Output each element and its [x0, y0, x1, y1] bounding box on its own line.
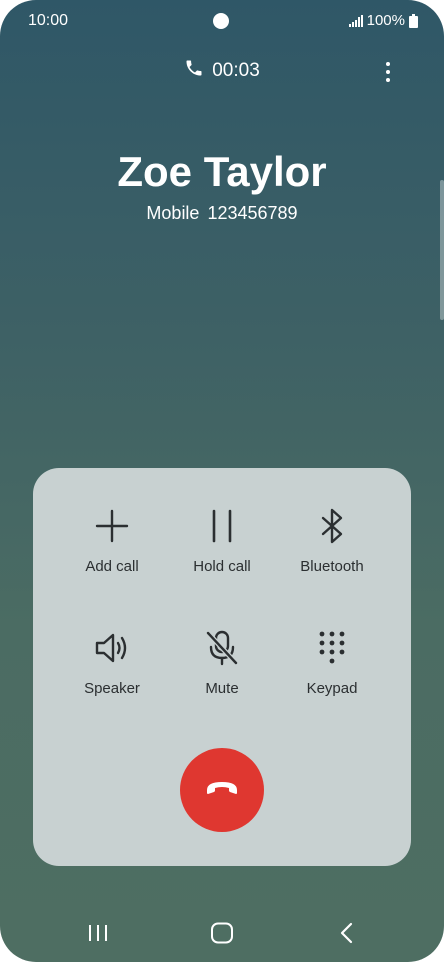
- bluetooth-button[interactable]: Bluetooth: [277, 506, 387, 596]
- hold-call-button[interactable]: Hold call: [167, 506, 277, 596]
- pause-icon: [202, 506, 242, 546]
- battery-icon: [409, 13, 418, 28]
- mute-button[interactable]: Mute: [167, 628, 277, 718]
- status-time: 10:00: [28, 12, 69, 29]
- mute-icon: [202, 628, 242, 668]
- front-camera: [213, 13, 229, 29]
- add-call-label: Add call: [85, 558, 139, 575]
- keypad-icon: [312, 628, 352, 668]
- plus-icon: [92, 506, 132, 546]
- keypad-label: Keypad: [306, 680, 358, 697]
- more-options-icon[interactable]: [376, 58, 400, 86]
- bluetooth-icon: [312, 506, 352, 546]
- back-icon[interactable]: [332, 918, 362, 948]
- end-call-button[interactable]: [180, 748, 264, 832]
- contact-name: Zoe Taylor: [117, 148, 327, 195]
- navigation-bar: [0, 908, 444, 958]
- speaker-button[interactable]: Speaker: [57, 628, 167, 718]
- signal-icon: [348, 14, 363, 27]
- phone-screen: 10:00 100% 00:03 Zoe Taylor Mobile 12345…: [0, 0, 444, 962]
- speaker-label: Speaker: [84, 680, 140, 697]
- add-call-button[interactable]: Add call: [57, 506, 167, 596]
- speaker-icon: [92, 628, 132, 668]
- call-duration: 00:03: [212, 60, 260, 81]
- battery-percentage: 100%: [366, 12, 405, 29]
- call-control-panel: Add call Hold call Bluetooth Speaker Mut…: [33, 468, 411, 866]
- phone-number: 123456789: [207, 203, 298, 223]
- scroll-indicator: [440, 180, 444, 320]
- mute-label: Mute: [205, 680, 239, 697]
- phone-icon: [184, 58, 204, 84]
- hold-call-label: Hold call: [193, 558, 251, 575]
- recents-icon[interactable]: [83, 918, 113, 948]
- number-type: Mobile: [146, 203, 200, 223]
- status-bar: 10:00 100%: [0, 0, 444, 42]
- home-icon[interactable]: [207, 918, 237, 948]
- contact-number-row: Mobile 123456789: [0, 203, 444, 224]
- keypad-button[interactable]: Keypad: [277, 628, 387, 718]
- bluetooth-label: Bluetooth: [300, 558, 364, 575]
- status-indicators: 100%: [348, 12, 418, 29]
- end-call-icon: [205, 780, 239, 801]
